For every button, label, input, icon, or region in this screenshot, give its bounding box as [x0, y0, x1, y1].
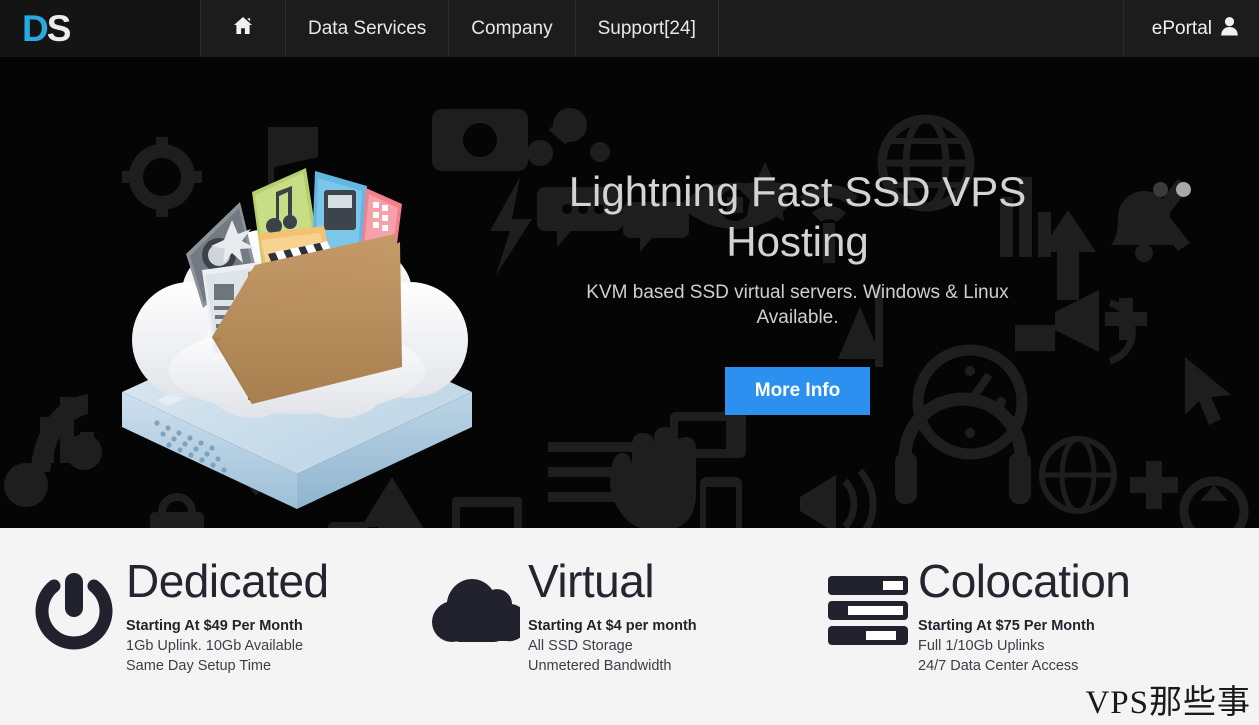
nav-item-label: Support[24]: [597, 17, 696, 39]
nav-item-eportal[interactable]: ePortal: [1124, 0, 1259, 57]
feature-price: Starting At $4 per month: [528, 618, 697, 634]
carousel-dot-2[interactable]: [1176, 182, 1191, 197]
feature-title: Colocation: [918, 555, 1131, 607]
feature-price: Starting At $75 Per Month: [918, 618, 1095, 634]
cloud-folder-server-illustration: [122, 168, 472, 509]
site-logo[interactable]: DS: [0, 0, 201, 57]
logo-letter-d: D: [22, 8, 49, 49]
feature-detail-line: Full 1/10Gb Uplinks: [918, 638, 1045, 654]
feature-price: Starting At $49 Per Month: [126, 618, 303, 634]
nav-item-label: Data Services: [308, 17, 427, 39]
more-info-button[interactable]: More Info: [724, 367, 871, 416]
hero-title: Lightning Fast SSD VPS Hosting: [568, 168, 1027, 266]
top-navigation-bar: DS Data Services Company Support[24] ePo…: [0, 0, 1259, 57]
feature-text: Dedicated Starting At $49 Per Month 1Gb …: [126, 556, 329, 674]
eportal-label: ePortal: [1151, 17, 1212, 39]
features-row: Dedicated Starting At $49 Per Month 1Gb …: [0, 528, 1259, 725]
power-icon: [22, 556, 126, 666]
feature-detail-line: Unmetered Bandwidth: [528, 658, 672, 674]
nav-item-label: Company: [471, 17, 553, 39]
feature-text: Virtual Starting At $4 per month All SSD…: [528, 556, 697, 674]
feature-detail-line: 1Gb Uplink. 10Gb Available: [126, 638, 304, 654]
server-rack-icon: [818, 556, 918, 666]
feature-title: Virtual: [528, 555, 655, 607]
feature-detail-line: 24/7 Data Center Access: [918, 658, 1079, 674]
page-root: DS Data Services Company Support[24] ePo…: [0, 0, 1259, 725]
nav-items: Data Services Company Support[24]: [201, 0, 719, 57]
carousel-dot-1[interactable]: [1153, 182, 1168, 197]
feature-virtual[interactable]: Virtual Starting At $4 per month All SSD…: [402, 556, 804, 725]
feature-detail-line: All SSD Storage: [528, 638, 633, 654]
hero-copy: Lightning Fast SSD VPS Hosting KVM based…: [545, 167, 1050, 416]
carousel-pagination: [1153, 182, 1191, 197]
nav-item-home[interactable]: [201, 0, 286, 57]
nav-item-data-services[interactable]: Data Services: [286, 0, 450, 57]
nav-item-company[interactable]: Company: [449, 0, 576, 57]
logo-text: DS: [22, 8, 72, 49]
hero-subtitle: KVM based SSD virtual servers. Windows &…: [586, 281, 1009, 329]
feature-title: Dedicated: [126, 555, 329, 607]
cloud-icon: [420, 556, 528, 666]
hero-content: Lightning Fast SSD VPS Hosting KVM based…: [0, 57, 1259, 528]
nav-item-support[interactable]: Support[24]: [576, 0, 719, 57]
hero-banner: Lightning Fast SSD VPS Hosting KVM based…: [0, 57, 1259, 528]
features-section: Dedicated Starting At $49 Per Month 1Gb …: [0, 528, 1259, 725]
home-icon: [233, 16, 253, 41]
feature-colocation[interactable]: Colocation Starting At $75 Per Month Ful…: [804, 556, 1259, 725]
user-icon: [1220, 16, 1239, 42]
nav-spacer: [719, 0, 1124, 57]
logo-letter-s: S: [46, 8, 72, 49]
feature-detail-line: Same Day Setup Time: [126, 658, 272, 674]
feature-dedicated[interactable]: Dedicated Starting At $49 Per Month 1Gb …: [0, 556, 402, 725]
feature-text: Colocation Starting At $75 Per Month Ful…: [918, 555, 1131, 674]
